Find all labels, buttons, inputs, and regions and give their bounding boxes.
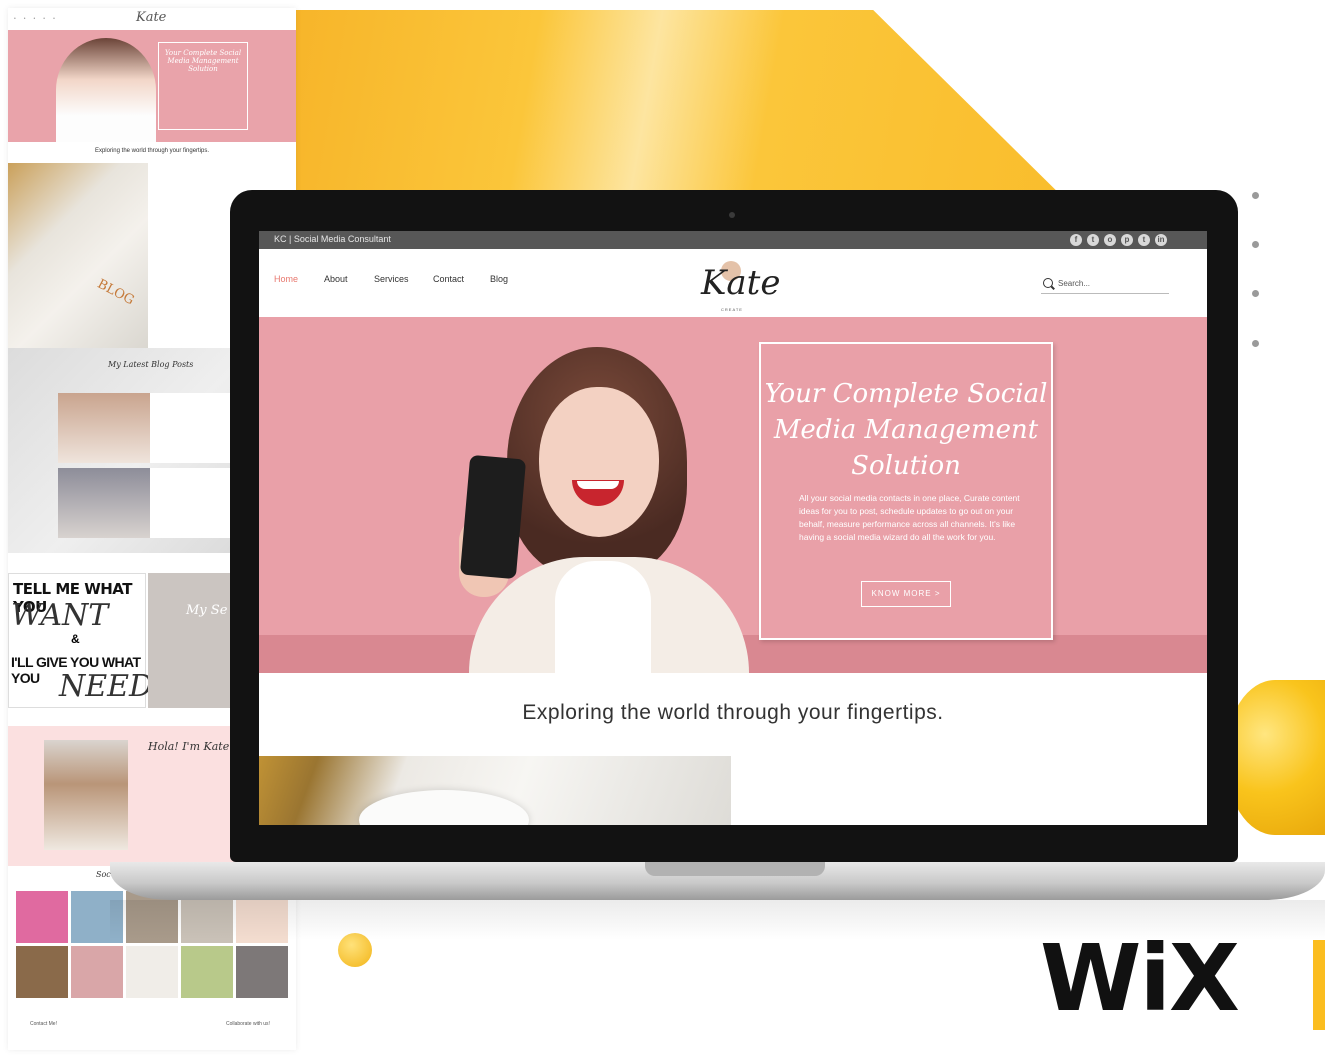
nav-contact[interactable]: Contact — [433, 274, 464, 284]
preview-footer-collab: Collaborate with us! — [226, 1021, 270, 1027]
site-tagline: Exploring the world through your fingert… — [522, 701, 944, 724]
pinterest-icon[interactable]: p — [1121, 234, 1133, 246]
site-topbar: KC | Social Media Consultant f t o p t i… — [259, 231, 1207, 249]
preview-blog-photo: BLOG — [8, 163, 148, 348]
preview-footer: Contact Me! Collaborate with us! — [8, 1013, 296, 1050]
nav-services[interactable]: Services — [374, 274, 409, 284]
site-logo[interactable]: Kate CREATE — [697, 253, 780, 315]
twitter-icon[interactable]: t — [1087, 234, 1099, 246]
hero-photo — [429, 347, 769, 673]
preview-tagline: Exploring the world through your fingert… — [94, 148, 210, 154]
poster-line: & — [71, 632, 80, 646]
search-icon — [1043, 278, 1053, 288]
hero-section: Your Complete Social Media Management So… — [259, 317, 1207, 673]
nav-blog[interactable]: Blog — [490, 274, 508, 284]
preview-blog-card — [58, 393, 233, 463]
logo-word: Kate — [701, 263, 781, 303]
decor-dot — [1252, 241, 1259, 248]
decor-dot — [1252, 192, 1259, 199]
preview-hero: Your Complete Social Media Management So… — [8, 30, 296, 142]
teaser-photo — [259, 756, 731, 825]
facebook-icon[interactable]: f — [1070, 234, 1082, 246]
yellow-sphere — [1225, 680, 1325, 835]
hero-title: Your Complete Social Media Management So… — [764, 379, 1048, 481]
preview-about-title: Hola! I'm Kate — [148, 740, 230, 753]
wix-accent-bar — [1313, 940, 1325, 1030]
hero-card: Your Complete Social Media Management So… — [759, 342, 1053, 640]
know-more-button[interactable]: KNOW MORE > — [861, 581, 951, 607]
laptop-notch — [645, 862, 825, 876]
camera-icon — [729, 212, 735, 218]
hero-body: All your social media contacts in one pl… — [799, 493, 1020, 542]
wix-logo: WiX — [1040, 925, 1240, 1032]
site-brand: KC | Social Media Consultant — [274, 234, 391, 244]
phone-image — [459, 454, 527, 580]
preview-blog-photo-text: BLOG — [94, 276, 137, 309]
preview-hero-title: Your Complete Social Media Management So… — [158, 42, 248, 130]
search-placeholder: Search... — [1058, 279, 1091, 288]
preview-footer-contact: Contact Me! — [30, 1021, 57, 1027]
preview-logo: Kate — [136, 10, 167, 25]
site-nav: Home About Services Contact Blog Kate CR… — [259, 249, 1207, 317]
logo-sub: CREATE — [721, 307, 743, 312]
preview-about-photo — [44, 740, 128, 850]
yellow-background-shape — [296, 10, 1076, 210]
linkedin-icon[interactable]: in — [1155, 234, 1167, 246]
preview-social-title: Soc — [96, 870, 111, 879]
social-icons: f t o p t in — [1070, 234, 1167, 246]
preview-services-title: My Se — [186, 603, 228, 618]
coffee-cup-image — [359, 790, 529, 825]
decor-dot — [1252, 340, 1259, 347]
poster-line: NEED — [59, 669, 154, 704]
preview-hero-photo — [56, 38, 156, 142]
preview-blog-card — [58, 468, 233, 538]
poster-line: WANT — [11, 598, 109, 633]
nav-home[interactable]: Home — [274, 274, 298, 284]
search-input[interactable]: Search... — [1041, 277, 1169, 294]
instagram-icon[interactable]: o — [1104, 234, 1116, 246]
laptop-screen: KC | Social Media Consultant f t o p t i… — [259, 231, 1207, 825]
preview-blog-title: My Latest Blog Posts — [108, 360, 194, 369]
decor-dot — [1252, 290, 1259, 297]
nav-about[interactable]: About — [324, 274, 348, 284]
tumblr-icon[interactable]: t — [1138, 234, 1150, 246]
preview-poster: TELL ME WHAT YOU WANT & I'LL GIVE YOU WH… — [8, 573, 153, 708]
